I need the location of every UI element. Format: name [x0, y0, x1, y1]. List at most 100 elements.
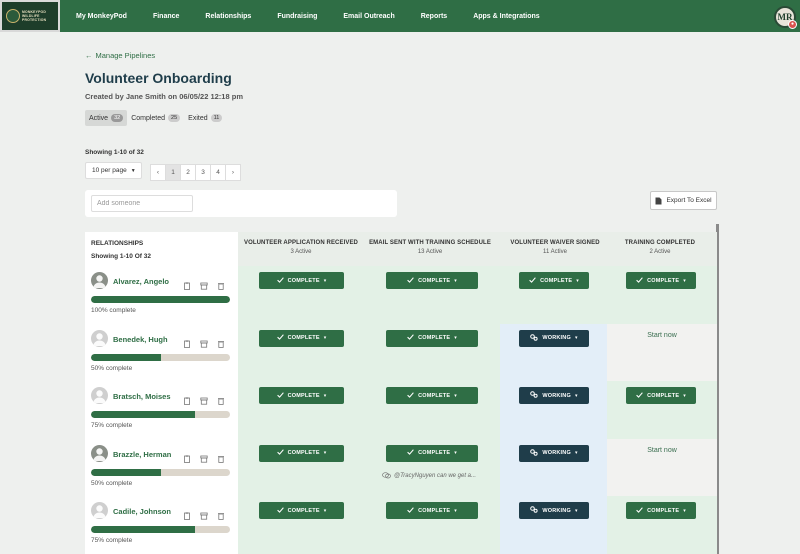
nav-email-outreach[interactable]: Email Outreach — [343, 13, 394, 20]
start-now-link[interactable]: Start now — [607, 447, 717, 454]
tab-active[interactable]: Active 32 — [85, 110, 128, 126]
status-label: COMPLETE — [418, 392, 451, 399]
stage-header-email: EMAIL SENT WITH TRAINING SCHEDULE 13 Act… — [365, 240, 495, 255]
progress-bar — [91, 468, 230, 476]
caret-down-icon: ▾ — [454, 277, 457, 284]
person-name-link[interactable]: Cadile, Johnson — [113, 507, 171, 516]
trash-icon[interactable] — [217, 335, 225, 348]
stage-title: VOLUNTEER APPLICATION RECEIVED — [243, 240, 358, 246]
status-tabs: Active 32 Completed 25 Exited 11 — [85, 110, 226, 126]
tab-completed[interactable]: Completed 25 — [127, 110, 184, 126]
status-label: COMPLETE — [287, 507, 320, 514]
page-1[interactable]: 1 — [165, 164, 181, 181]
progress-label: 75% complete — [91, 422, 133, 429]
manage-pipelines-link[interactable]: ← Manage Pipelines — [85, 51, 155, 60]
nav-reports[interactable]: Reports — [421, 13, 447, 20]
comment-text: @TracyNguyen can we get a... — [394, 473, 477, 479]
progress-fill — [91, 468, 161, 476]
check-icon — [407, 449, 414, 457]
check-icon — [529, 276, 536, 285]
complete-status-button[interactable]: COMPLETE ▾ — [386, 329, 478, 347]
check-icon — [407, 276, 414, 285]
complete-status-button[interactable]: COMPLETE ▾ — [626, 502, 696, 519]
clipboard-icon[interactable] — [183, 507, 191, 520]
working-status-button[interactable]: WORKING ▾ — [519, 502, 589, 519]
nav-finance[interactable]: Finance — [153, 13, 179, 20]
status-label: WORKING — [542, 392, 571, 399]
working-status-button[interactable]: WORKING ▾ — [519, 444, 589, 462]
complete-status-button[interactable]: COMPLETE ▾ — [386, 272, 478, 289]
archive-icon[interactable] — [200, 450, 208, 463]
complete-status-button[interactable]: COMPLETE ▾ — [259, 329, 344, 347]
trash-icon[interactable] — [217, 277, 225, 290]
pipeline-board: RELATIONSHIPS Showing 1-10 Of 32 VOLUNTE… — [85, 232, 717, 554]
complete-status-button[interactable]: COMPLETE ▾ — [259, 387, 344, 404]
page-2[interactable]: 2 — [180, 164, 196, 181]
page-subtitle: Created by Jane Smith on 06/05/22 12:18 … — [85, 92, 243, 101]
complete-status-button[interactable]: COMPLETE ▾ — [386, 502, 478, 519]
nav-relationships[interactable]: Relationships — [205, 13, 251, 20]
person-name-link[interactable]: Brazzle, Herman — [113, 450, 171, 459]
clipboard-icon[interactable] — [183, 450, 191, 463]
complete-status-button[interactable]: COMPLETE ▾ — [626, 272, 696, 289]
person-name-link[interactable]: Benedek, Hugh — [113, 335, 168, 344]
person-name-link[interactable]: Alvarez, Angelo — [113, 277, 169, 286]
caret-down-icon: ▾ — [454, 507, 457, 514]
person-avatar — [91, 272, 108, 289]
nav-apps-integrations[interactable]: Apps & Integrations — [473, 13, 540, 20]
person-name-link[interactable]: Bratsch, Moises — [113, 392, 171, 401]
caret-down-icon: ▾ — [574, 507, 578, 514]
relationship-cell: Cadile, Johnson 75% complete — [91, 502, 237, 552]
top-navbar: MONKEYPOD WILDLIFE PROTECTION My MonkeyP… — [0, 0, 800, 32]
table-row: Brazzle, Herman 50% complete COMPLETE ▾ COMP… — [85, 438, 717, 496]
logo-seal-icon — [6, 9, 20, 23]
gears-icon — [530, 391, 538, 400]
progress-label: 100% complete — [91, 307, 136, 314]
archive-icon[interactable] — [200, 277, 208, 290]
export-to-excel-button[interactable]: Export To Excel — [650, 191, 717, 210]
row-actions — [183, 335, 225, 348]
nav-fundraising[interactable]: Fundraising — [277, 13, 317, 20]
stage-count: 3 Active — [290, 249, 312, 255]
per-page-select[interactable]: 10 per page ▼ — [85, 162, 142, 179]
table-row: Alvarez, Angelo 100% complete COMPLETE ▾ COM… — [85, 266, 717, 324]
page-4[interactable]: 4 — [210, 164, 226, 181]
nav-my-monkeypod[interactable]: My MonkeyPod — [76, 13, 127, 20]
complete-status-button[interactable]: COMPLETE ▾ — [259, 502, 344, 519]
complete-status-button[interactable]: COMPLETE ▾ — [626, 387, 696, 404]
progress-bar — [91, 411, 230, 418]
complete-status-button[interactable]: COMPLETE ▾ — [386, 444, 478, 462]
archive-icon[interactable] — [200, 392, 208, 405]
gears-icon — [530, 506, 538, 515]
status-label: COMPLETE — [287, 335, 320, 341]
complete-status-button[interactable]: COMPLETE ▾ — [519, 272, 589, 289]
trash-icon[interactable] — [217, 507, 225, 520]
tab-active-count: 32 — [111, 114, 124, 122]
clipboard-icon[interactable] — [183, 392, 191, 405]
complete-status-button[interactable]: COMPLETE ▾ — [259, 272, 344, 289]
page-next[interactable]: › — [225, 164, 241, 181]
clipboard-icon[interactable] — [183, 277, 191, 290]
tab-exited[interactable]: Exited 11 — [184, 110, 226, 126]
start-now-link[interactable]: Start now — [607, 332, 717, 339]
trash-icon[interactable] — [217, 450, 225, 463]
add-someone-input[interactable] — [91, 195, 193, 212]
org-logo[interactable]: MONKEYPOD WILDLIFE PROTECTION — [0, 0, 60, 32]
archive-icon[interactable] — [200, 335, 208, 348]
stage-count: 13 Active — [417, 249, 443, 255]
trash-icon[interactable] — [217, 392, 225, 405]
complete-status-button[interactable]: COMPLETE ▾ — [386, 387, 478, 404]
page-3[interactable]: 3 — [195, 164, 211, 181]
page-prev[interactable]: ‹ — [150, 164, 166, 181]
working-status-button[interactable]: WORKING ▾ — [519, 387, 589, 404]
working-status-button[interactable]: WORKING ▾ — [519, 329, 589, 347]
status-label: COMPLETE — [647, 507, 680, 514]
complete-status-button[interactable]: COMPLETE ▾ — [259, 444, 344, 462]
clipboard-icon[interactable] — [183, 335, 191, 348]
check-icon — [407, 506, 414, 515]
relationships-title: RELATIONSHIPS — [91, 240, 144, 247]
progress-bar — [91, 353, 230, 361]
comment-preview[interactable]: @TracyNguyen can we get a... — [382, 471, 477, 481]
archive-icon[interactable] — [200, 507, 208, 520]
user-avatar[interactable]: MR ● — [774, 6, 797, 29]
